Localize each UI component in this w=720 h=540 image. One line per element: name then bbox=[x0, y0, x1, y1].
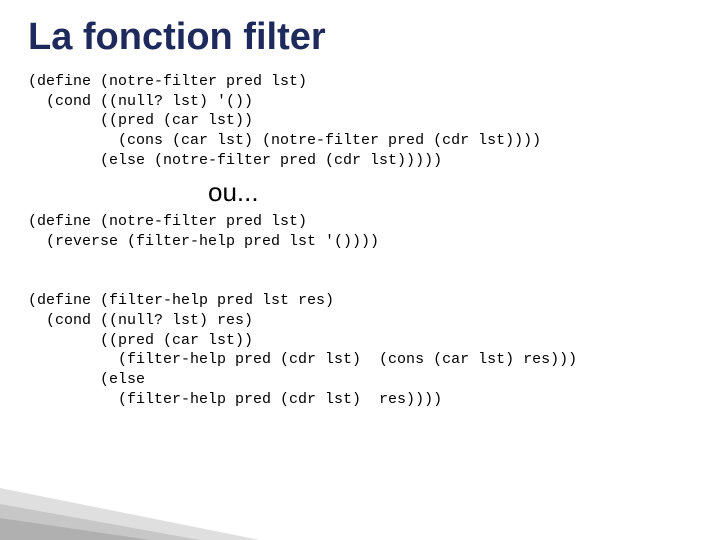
page-title: La fonction filter bbox=[28, 18, 702, 58]
slide: La fonction filter (define (notre-filter… bbox=[0, 0, 720, 540]
code-block-2: (define (notre-filter pred lst) (reverse… bbox=[28, 212, 702, 410]
separator-text: ou... bbox=[208, 177, 702, 208]
decorative-wedge bbox=[0, 470, 260, 540]
code-block-1: (define (notre-filter pred lst) (cond ((… bbox=[28, 72, 702, 171]
